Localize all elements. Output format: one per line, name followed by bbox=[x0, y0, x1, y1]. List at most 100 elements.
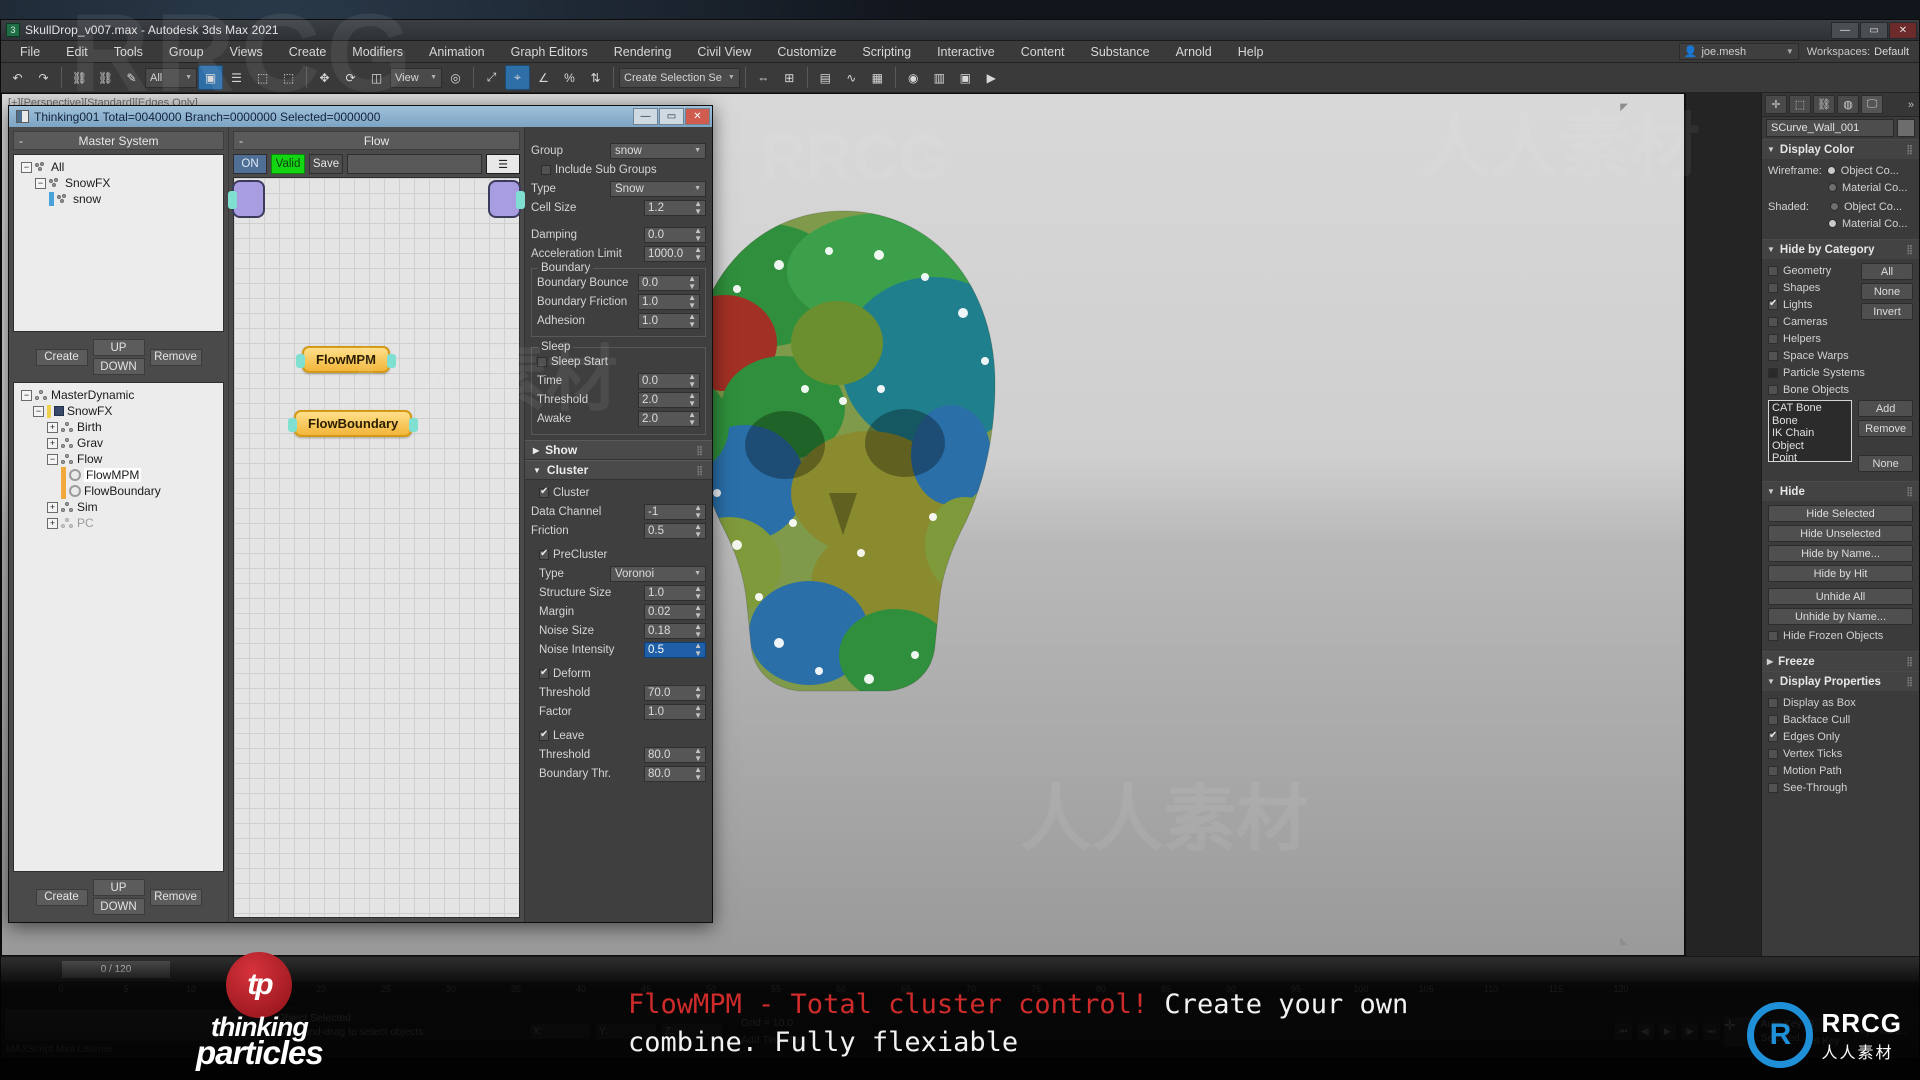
x-coordinate-field[interactable]: X: bbox=[529, 1023, 591, 1040]
bone-category-list[interactable]: CAT Bone Bone IK Chain Object Point bbox=[1768, 400, 1853, 465]
spinner-arrows-icon[interactable]: ▲ ▼ bbox=[688, 391, 696, 408]
tree-node-pc[interactable]: + PC bbox=[17, 515, 220, 531]
time-spinner[interactable]: 0.0 ▲ ▼ bbox=[638, 372, 700, 389]
include-sub-groups-row[interactable]: Include Sub Groups bbox=[525, 160, 712, 179]
rollout-header-freeze[interactable]: ▶ Freeze ⣿ bbox=[1762, 652, 1919, 671]
spinner-arrows-icon[interactable]: ▲ ▼ bbox=[694, 684, 702, 701]
select-by-name-icon[interactable]: ☰ bbox=[224, 65, 249, 90]
deform-threshold-spinner[interactable]: 70.0 ▲ ▼ bbox=[644, 684, 706, 701]
hide-frozen-objects-row[interactable]: Hide Frozen Objects bbox=[1768, 628, 1913, 643]
spinner-snap-icon[interactable]: ⇅ bbox=[583, 65, 608, 90]
collapse-icon[interactable]: - bbox=[239, 134, 243, 148]
tree-node-flow[interactable]: − Flow bbox=[17, 451, 220, 467]
port-lug-icon[interactable] bbox=[228, 191, 237, 209]
precluster-row[interactable]: PreCluster bbox=[525, 545, 712, 564]
spinner-arrows-icon[interactable]: ▲ ▼ bbox=[688, 372, 696, 389]
spinner-arrows-icon[interactable]: ▲ ▼ bbox=[694, 641, 702, 658]
menu-item-tools[interactable]: Tools bbox=[101, 41, 156, 63]
create-tab[interactable]: ✛ bbox=[1765, 95, 1787, 114]
precluster-checkbox[interactable] bbox=[539, 548, 549, 560]
list-item[interactable]: Point bbox=[1772, 452, 1848, 465]
modify-tab[interactable]: ⬚ bbox=[1789, 95, 1811, 114]
leave-row[interactable]: Leave bbox=[525, 726, 712, 745]
time-slider-handle[interactable]: 0 / 120 bbox=[61, 960, 171, 979]
master-system-tree[interactable]: − All − SnowFX snow bbox=[13, 154, 224, 332]
menu-item-content[interactable]: Content bbox=[1008, 41, 1078, 63]
mirror-icon[interactable]: ⇔ bbox=[751, 65, 776, 90]
backface-cull-row[interactable]: Backface Cull bbox=[1768, 712, 1913, 727]
cell-size-spinner[interactable]: 1.2 ▲ ▼ bbox=[644, 199, 706, 216]
menu-item-file[interactable]: File bbox=[7, 41, 53, 63]
adhesion-spinner[interactable]: 1.0 ▲ ▼ bbox=[638, 312, 700, 329]
tp-maximize-button[interactable]: ▭ bbox=[659, 108, 684, 125]
dynamic-down-button[interactable]: DOWN bbox=[92, 898, 145, 915]
window-maximize-button[interactable]: ▭ bbox=[1860, 21, 1888, 39]
collapse-icon[interactable]: - bbox=[19, 134, 23, 148]
flow-save-button[interactable]: Save bbox=[309, 154, 343, 174]
list-icon[interactable]: ☰ bbox=[486, 154, 520, 174]
snaps-toggle-button[interactable]: ⌖ bbox=[505, 65, 530, 90]
menu-item-create[interactable]: Create bbox=[276, 41, 340, 63]
flow-input-port[interactable] bbox=[228, 180, 265, 218]
sleep-start-row[interactable]: Sleep Start bbox=[537, 352, 700, 371]
include-sub-groups-checkbox[interactable] bbox=[541, 164, 551, 175]
bone-none-button[interactable]: None bbox=[1858, 455, 1913, 472]
hide-unselected-button[interactable]: Hide Unselected bbox=[1768, 525, 1913, 542]
master-down-button[interactable]: DOWN bbox=[92, 358, 145, 375]
cluster-checkbox[interactable] bbox=[539, 486, 549, 498]
layer-explorer-icon[interactable]: ▤ bbox=[813, 65, 838, 90]
node-output-lug-icon[interactable] bbox=[409, 418, 419, 432]
sleep-threshold-spinner[interactable]: 2.0 ▲ ▼ bbox=[638, 391, 700, 408]
edges-only-checkbox[interactable] bbox=[1768, 730, 1778, 742]
spinner-arrows-icon[interactable]: ▲ ▼ bbox=[688, 274, 696, 291]
menu-item-graph-editors[interactable]: Graph Editors bbox=[498, 41, 601, 63]
rendered-frame-window-icon[interactable]: ▣ bbox=[953, 65, 978, 90]
flow-node-flowmpm[interactable]: FlowMPM bbox=[296, 346, 396, 373]
tree-node-flowboundary[interactable]: FlowBoundary bbox=[17, 483, 220, 499]
boundary-friction-spinner[interactable]: 1.0 ▲ ▼ bbox=[638, 293, 700, 310]
angle-snap-icon[interactable]: ∠ bbox=[531, 65, 556, 90]
menu-item-interactive[interactable]: Interactive bbox=[924, 41, 1008, 63]
category-helpers[interactable]: Helpers bbox=[1768, 331, 1913, 346]
list-item[interactable]: CAT Bone bbox=[1772, 402, 1848, 415]
expander-icon[interactable]: + bbox=[47, 437, 58, 449]
margin-spinner[interactable]: 0.02 ▲ ▼ bbox=[644, 603, 706, 620]
leave-checkbox[interactable] bbox=[539, 729, 549, 741]
show-rollout-header[interactable]: ▶ Show ⣿ bbox=[525, 440, 712, 460]
menu-item-substance[interactable]: Substance bbox=[1078, 41, 1163, 63]
node-output-lug-icon[interactable] bbox=[386, 354, 396, 368]
dynamic-create-button[interactable]: Create bbox=[35, 888, 88, 906]
go-to-end-button[interactable]: ⏭ bbox=[1701, 1022, 1721, 1041]
unlink-selection-icon[interactable]: ⛓ bbox=[93, 65, 118, 90]
cluster-check-row[interactable]: Cluster bbox=[525, 483, 712, 502]
expander-icon[interactable]: + bbox=[47, 517, 58, 529]
spinner-arrows-icon[interactable]: ▲ ▼ bbox=[694, 603, 702, 620]
vertex-ticks-row[interactable]: Vertex Ticks bbox=[1768, 746, 1913, 761]
bind-to-space-warp-icon[interactable]: ✎ bbox=[119, 65, 144, 90]
spinner-arrows-icon[interactable]: ▲ ▼ bbox=[694, 522, 702, 539]
tree-node-snow[interactable]: snow bbox=[17, 191, 220, 207]
reference-coordinate-combo[interactable]: View ▼ bbox=[390, 67, 442, 88]
select-and-place-icon[interactable]: ⤢ bbox=[479, 65, 504, 90]
type-combo[interactable]: Snow ▼ bbox=[610, 180, 706, 197]
command-panel-more-icon[interactable]: » bbox=[1908, 99, 1916, 111]
group-combo[interactable]: snow ▼ bbox=[610, 142, 706, 159]
spinner-arrows-icon[interactable]: ▲ ▼ bbox=[694, 199, 702, 216]
user-account-chip[interactable]: 👤 joe.mesh ▼ bbox=[1678, 43, 1799, 60]
shaded-object-color-radio[interactable] bbox=[1829, 202, 1839, 211]
spinner-arrows-icon[interactable]: ▲ ▼ bbox=[694, 703, 702, 720]
tree-node-birth[interactable]: + Birth bbox=[17, 419, 220, 435]
tp-minimize-button[interactable]: — bbox=[633, 108, 658, 125]
flow-valid-button[interactable]: Valid bbox=[271, 154, 305, 174]
master-remove-button[interactable]: Remove bbox=[149, 348, 202, 366]
select-and-link-icon[interactable]: ⛓ bbox=[67, 65, 92, 90]
tree-node-sim[interactable]: + Sim bbox=[17, 499, 220, 515]
see-through-checkbox[interactable] bbox=[1768, 782, 1778, 793]
motion-path-row[interactable]: Motion Path bbox=[1768, 763, 1913, 778]
flow-graph-canvas[interactable]: FlowMPM FlowBoundary bbox=[228, 177, 525, 918]
tree-node-snowfx[interactable]: − SnowFX bbox=[17, 175, 220, 191]
particle-systems-checkbox[interactable] bbox=[1768, 367, 1778, 378]
spinner-arrows-icon[interactable]: ▲ ▼ bbox=[694, 245, 702, 262]
list-item[interactable]: IK Chain Object bbox=[1772, 427, 1848, 452]
edges-only-row[interactable]: Edges Only bbox=[1768, 729, 1913, 744]
